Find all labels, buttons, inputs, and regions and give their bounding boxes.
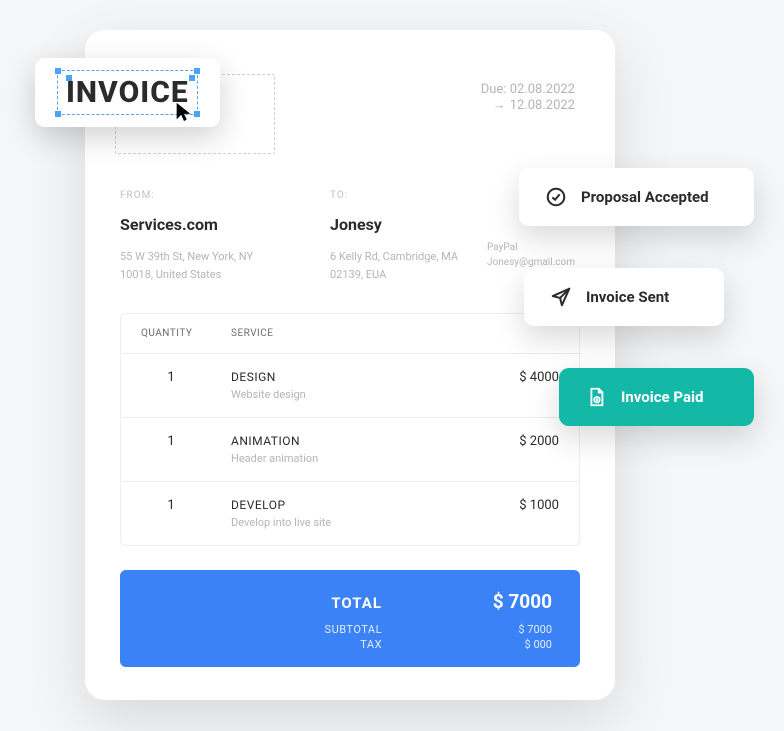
row-amount: $ 4000: [469, 370, 559, 385]
service-desc: Develop into live site: [231, 516, 469, 529]
line-items-table: QUANTITY SERVICE 1 DESIGN Website design…: [120, 313, 580, 546]
total-label: TOTAL: [331, 594, 382, 612]
to-name: Jonesy: [330, 215, 480, 234]
to-address: 6 Kelly Rd, Cambridge, MA 02139, EUA: [330, 248, 480, 283]
table-row: 1 DEVELOP Develop into live site $ 1000: [121, 482, 579, 545]
table-header: QUANTITY SERVICE: [121, 314, 579, 354]
due-label: Due:: [481, 82, 507, 97]
status-invoice-paid[interactable]: Invoice Paid: [559, 368, 754, 426]
header-quantity: QUANTITY: [141, 328, 231, 339]
table-row: 1 DESIGN Website design $ 4000: [121, 354, 579, 418]
due-date: 02.08.2022: [510, 82, 575, 97]
from-name: Services.com: [120, 215, 270, 234]
service-desc: Header animation: [231, 452, 469, 465]
from-address: 55 W 39th St, New York, NY 10018, United…: [120, 248, 270, 283]
payment-method: PayPal: [487, 240, 575, 255]
header-service: SERVICE: [231, 328, 469, 339]
status-proposal-accepted[interactable]: Proposal Accepted: [519, 168, 754, 226]
totals-block: TOTAL $ 7000 SUBTOTAL $ 7000 TAX $ 000: [120, 570, 580, 667]
status-label: Invoice Sent: [586, 288, 669, 306]
status-invoice-sent[interactable]: Invoice Sent: [524, 268, 724, 326]
to-label: TO:: [330, 190, 480, 201]
total-value: $ 7000: [462, 590, 552, 613]
row-amount: $ 2000: [469, 434, 559, 449]
row-qty: 1: [141, 370, 231, 385]
cursor-icon: [173, 101, 195, 128]
invoice-title: INVOICE: [66, 75, 189, 110]
arrow-right-icon: →: [493, 98, 506, 113]
status-label: Proposal Accepted: [581, 188, 709, 206]
due-dates: Due: 02.08.2022 → 12.08.2022: [481, 82, 575, 113]
issue-date: 12.08.2022: [510, 98, 575, 113]
header-amount: [469, 328, 559, 339]
service-desc: Website design: [231, 388, 469, 401]
title-badge[interactable]: INVOICE: [35, 58, 220, 127]
tax-value: $ 000: [462, 638, 552, 651]
invoice-card: Due: 02.08.2022 → 12.08.2022 FROM: Servic…: [85, 30, 615, 700]
service-name: DESIGN: [231, 370, 469, 384]
send-icon: [550, 286, 572, 308]
service-name: DEVELOP: [231, 498, 469, 512]
to-block: TO: Jonesy 6 Kelly Rd, Cambridge, MA 021…: [330, 190, 480, 283]
from-label: FROM:: [120, 190, 270, 201]
subtotal-label: SUBTOTAL: [325, 623, 382, 636]
from-block: FROM: Services.com 55 W 39th St, New Yor…: [120, 190, 270, 283]
subtotal-value: $ 7000: [462, 623, 552, 636]
tax-label: TAX: [360, 638, 382, 651]
check-circle-icon: [545, 186, 567, 208]
status-label: Invoice Paid: [621, 388, 703, 406]
payment-info: PayPal Jonesy@gmail.com: [487, 240, 575, 270]
invoice-paid-icon: [585, 386, 607, 408]
row-qty: 1: [141, 498, 231, 513]
row-qty: 1: [141, 434, 231, 449]
table-row: 1 ANIMATION Header animation $ 2000: [121, 418, 579, 482]
row-amount: $ 1000: [469, 498, 559, 513]
service-name: ANIMATION: [231, 434, 469, 448]
